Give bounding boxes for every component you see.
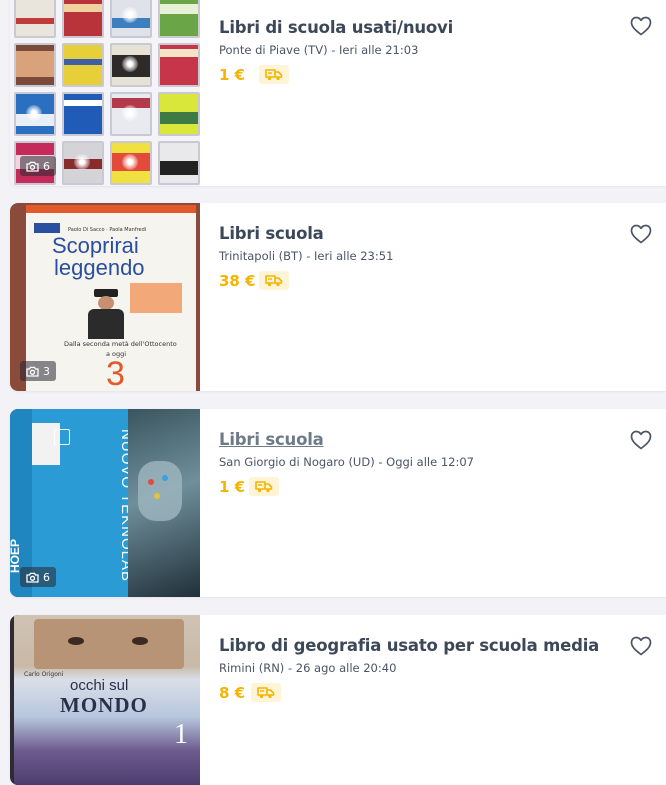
camera-icon xyxy=(26,161,39,172)
shipping-badge xyxy=(259,65,289,84)
cover-figure xyxy=(86,289,126,339)
favorite-heart-icon[interactable] xyxy=(630,430,652,450)
cover-volume: 1 xyxy=(174,719,188,750)
camera-icon xyxy=(26,572,39,583)
cover-face-photo xyxy=(34,619,184,669)
cover-hand-image xyxy=(128,409,200,597)
listing-location-time: Trinitapoli (BT) - Ieri alle 23:51 xyxy=(219,249,394,263)
favorite-heart-icon[interactable] xyxy=(630,224,652,244)
book-cover-thumb xyxy=(158,92,200,136)
book-cover-thumb xyxy=(110,0,152,38)
photo-count: 6 xyxy=(43,570,50,584)
shipping-badge xyxy=(251,683,281,702)
listing-thumbnail[interactable]: Carlo Origoni occhi sul MONDO 1 xyxy=(10,615,200,785)
book-cover-thumb xyxy=(62,43,104,87)
book-cover-thumb xyxy=(62,141,104,185)
listing-price: 38 € xyxy=(219,272,256,290)
cover-title-line2: leggendo xyxy=(54,255,145,280)
book-cover-thumb xyxy=(110,43,152,87)
book-cover-thumb xyxy=(14,43,56,87)
book-cover-thumb xyxy=(14,92,56,136)
book-cover-thumb xyxy=(62,92,104,136)
delivery-truck-icon xyxy=(265,275,283,287)
book-cover-thumb xyxy=(110,141,152,185)
photo-count-badge: 3 xyxy=(20,361,56,381)
listing-details: Libri scuola San Giorgio di Nogaro (UD) … xyxy=(219,409,666,597)
listing-price: 1 € xyxy=(219,66,246,84)
listing-thumbnail[interactable]: HOEP NUOVO TEKNOLAB 6 xyxy=(10,409,200,597)
listing-location-time: Ponte di Piave (TV) - Ieri alle 21:03 xyxy=(219,43,419,57)
listing-thumbnail[interactable]: 6 xyxy=(10,0,200,186)
listing-price: 8 € xyxy=(219,684,246,702)
listing-list: 6 Libri di scuola usati/nuovi Ponte di P… xyxy=(0,0,666,785)
photo-count-badge: 6 xyxy=(20,567,56,587)
listing-details: Libro di geografia usato per scuola medi… xyxy=(219,615,666,785)
shipping-badge xyxy=(249,477,279,496)
listing-card[interactable]: Carlo Origoni occhi sul MONDO 1 Libro di… xyxy=(10,615,666,785)
favorite-heart-icon[interactable] xyxy=(630,16,652,36)
cover-volume: 3 xyxy=(106,355,125,391)
cover-subtitle: Dalla seconda metà dell'Ottocento xyxy=(64,340,177,348)
cover-title-line2: MONDO xyxy=(60,693,148,717)
delivery-truck-icon xyxy=(255,481,273,493)
listing-title[interactable]: Libro di geografia usato per scuola medi… xyxy=(219,636,599,655)
photo-count-badge: 6 xyxy=(20,156,56,176)
book-cover-thumb xyxy=(158,43,200,87)
book-cover-thumb xyxy=(62,0,104,38)
listing-title[interactable]: Libri scuola xyxy=(219,224,324,243)
book-cover-thumb xyxy=(14,0,56,38)
listing-price: 1 € xyxy=(219,478,246,496)
camera-icon xyxy=(26,366,39,377)
photo-count: 6 xyxy=(43,159,50,173)
photo-count: 3 xyxy=(43,364,50,378)
shipping-badge xyxy=(259,271,289,290)
cover-title-line1: occhi sul xyxy=(70,677,129,694)
favorite-heart-icon[interactable] xyxy=(630,636,652,656)
delivery-truck-icon xyxy=(265,69,283,81)
delivery-truck-icon xyxy=(257,687,275,699)
listing-card[interactable]: 6 Libri di scuola usati/nuovi Ponte di P… xyxy=(10,0,666,186)
listing-card[interactable]: HOEP NUOVO TEKNOLAB 6 Libri scuola San G… xyxy=(10,409,666,597)
book-cover-thumb xyxy=(110,92,152,136)
listing-card[interactable]: Paolo Di Sacco · Paola Manfredi Scoprira… xyxy=(10,203,666,391)
listing-title[interactable]: Libri scuola xyxy=(219,430,324,449)
listing-details: Libri scuola Trinitapoli (BT) - Ieri all… xyxy=(219,203,666,391)
listing-details: Libri di scuola usati/nuovi Ponte di Pia… xyxy=(219,0,666,186)
book-cover-thumb xyxy=(158,141,200,185)
listing-location-time: Rimini (RN) - 26 ago alle 20:40 xyxy=(219,661,397,675)
listing-title[interactable]: Libri di scuola usati/nuovi xyxy=(219,18,453,37)
book-cover: Carlo Origoni occhi sul MONDO 1 xyxy=(14,615,200,785)
cover-author: Carlo Origoni xyxy=(24,671,64,678)
book-cover-thumb xyxy=(158,0,200,38)
listing-location-time: San Giorgio di Nogaro (UD) - Oggi alle 1… xyxy=(219,455,474,469)
listing-thumbnail[interactable]: Paolo Di Sacco · Paola Manfredi Scoprira… xyxy=(10,203,200,391)
